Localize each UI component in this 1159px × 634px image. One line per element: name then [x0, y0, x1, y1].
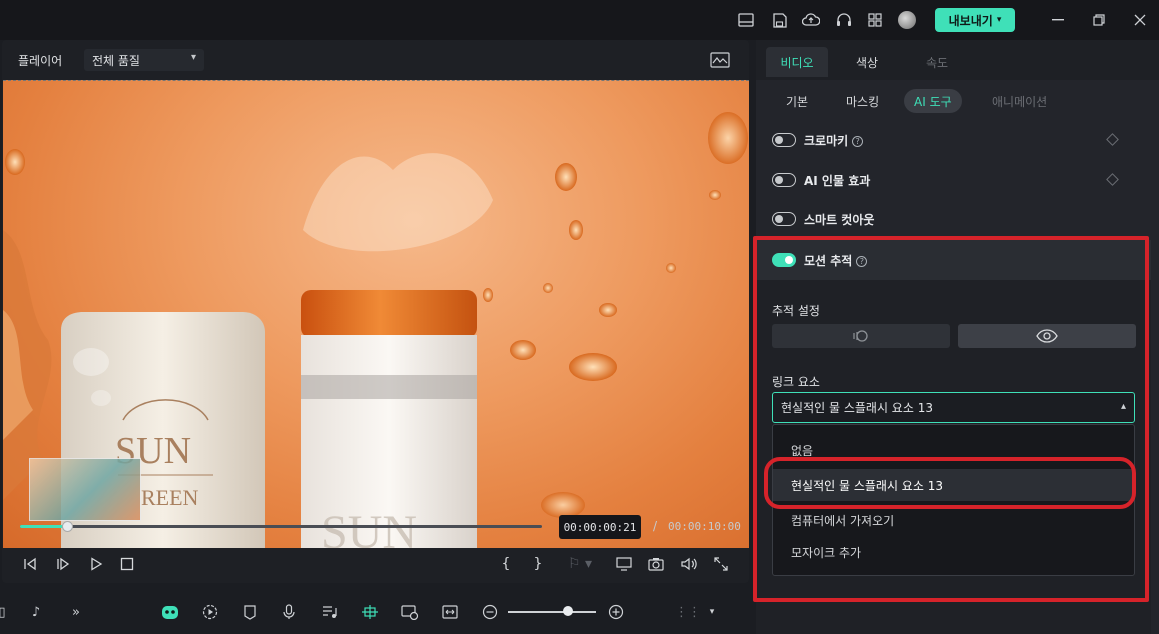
ai-portrait-label: AI 인물 효과	[804, 174, 871, 188]
fullscreen-icon[interactable]	[711, 554, 731, 574]
current-time[interactable]: 00:00:00:21	[559, 515, 641, 539]
total-time: 00:00:10:00	[668, 520, 741, 533]
scope-icon[interactable]	[710, 52, 730, 68]
player-panel: 플레이어 전체 품질 ▾ SUN SUN REEN 00:00:00:21 / …	[2, 40, 749, 583]
chevron-down-icon: ▾	[190, 52, 196, 63]
zoom-out-icon[interactable]	[480, 602, 500, 622]
volume-icon[interactable]	[679, 554, 699, 574]
audio-mix-icon[interactable]: ♪	[26, 602, 46, 622]
play-icon[interactable]	[86, 554, 106, 574]
snapshot-icon[interactable]	[646, 554, 666, 574]
tab-video[interactable]: 비디오	[766, 47, 828, 77]
help-icon[interactable]: ?	[852, 136, 864, 147]
playhead-knob[interactable]	[61, 521, 73, 532]
timeline-toolbar: ▯ ♪ » ⋮⋮ ▾	[0, 591, 750, 634]
tab-speed[interactable]: 속도	[906, 47, 968, 77]
cloud-upload-icon[interactable]	[801, 10, 821, 30]
snap-icon[interactable]	[360, 602, 380, 622]
next-frame-icon[interactable]	[53, 554, 73, 574]
chevron-down-icon: ▾	[996, 15, 1002, 25]
chroma-key-label: 크로마키	[804, 134, 849, 148]
feature-row-chroma-key: 크로마키?	[756, 120, 1151, 160]
ai-robot-icon[interactable]	[160, 602, 180, 622]
minimize-icon[interactable]	[1046, 8, 1070, 32]
export-button[interactable]: 내보내기 ▾	[935, 8, 1015, 32]
progress-fill	[20, 525, 67, 528]
subtab-masking[interactable]: 마스킹	[836, 89, 889, 113]
quality-dropdown[interactable]: 전체 품질 ▾	[84, 49, 204, 71]
time-separator: /	[653, 519, 658, 533]
chroma-key-toggle[interactable]	[772, 133, 796, 147]
annotation-highlight-ring	[764, 457, 1136, 509]
restore-icon[interactable]	[1087, 8, 1111, 32]
display-icon[interactable]	[614, 554, 634, 574]
player-title: 플레이어	[18, 54, 63, 68]
save-icon[interactable]	[769, 10, 789, 30]
zoom-in-icon[interactable]	[606, 602, 626, 622]
ai-portrait-toggle[interactable]	[772, 173, 796, 187]
zoom-slider-knob[interactable]	[563, 606, 573, 616]
layout-icon[interactable]	[736, 10, 756, 30]
smart-cutout-toggle[interactable]	[772, 212, 796, 226]
safe-area-line	[3, 80, 749, 81]
mark-out-icon[interactable]: }	[528, 554, 548, 574]
subtab-ai-tools[interactable]: AI 도구	[904, 89, 962, 113]
property-tabs: 비디오 색상 속도	[756, 40, 1159, 80]
annotation-highlight-box	[753, 236, 1149, 602]
video-preview[interactable]: SUN SUN REEN	[3, 80, 749, 548]
grid-icon[interactable]	[865, 10, 885, 30]
music-list-icon[interactable]	[320, 602, 340, 622]
export-button-label: 내보내기	[948, 13, 993, 28]
more-tools-icon[interactable]: »	[66, 602, 86, 622]
keyframe-diamond-icon[interactable]	[1106, 173, 1119, 186]
quality-value: 전체 품질	[92, 53, 140, 68]
feature-row-smart-cutout: 스마트 컷아웃	[756, 199, 1151, 239]
svg-text:REEN: REEN	[141, 485, 199, 510]
chevron-down-icon[interactable]: ▾	[702, 602, 722, 622]
marker-icon[interactable]	[240, 602, 260, 622]
scrub-bar-row: 00:00:00:21 / 00:00:10:00	[2, 508, 749, 544]
fit-icon[interactable]	[440, 602, 460, 622]
title-bar: 내보내기 ▾	[0, 0, 1159, 40]
preview-render-icon[interactable]	[400, 602, 420, 622]
auto-play-icon[interactable]	[200, 602, 220, 622]
avatar[interactable]	[898, 11, 916, 29]
mark-in-icon[interactable]: {	[496, 554, 516, 574]
property-subtabs: 기본 마스킹 AI 도구 애니메이션	[756, 80, 1159, 122]
marker-dropdown-icon[interactable]: ⚐ ▾	[562, 554, 598, 574]
subtab-animation[interactable]: 애니메이션	[982, 89, 1057, 113]
close-icon[interactable]	[1128, 8, 1152, 32]
feature-row-ai-portrait: AI 인물 효과	[756, 160, 1151, 200]
tab-color[interactable]: 색상	[836, 47, 898, 77]
progress-track[interactable]	[20, 521, 542, 532]
stop-icon[interactable]	[117, 554, 137, 574]
track-layout-icon[interactable]: ⋮⋮	[675, 602, 701, 622]
subtab-basic[interactable]: 기본	[776, 89, 818, 113]
edge-icon[interactable]: ▯	[0, 602, 12, 622]
headset-icon[interactable]	[834, 10, 854, 30]
microphone-icon[interactable]	[279, 602, 299, 622]
player-header: 플레이어 전체 품질 ▾	[2, 40, 749, 80]
playback-controls: { } ⚐ ▾	[2, 548, 749, 580]
zoom-slider-track[interactable]	[508, 611, 596, 613]
prev-frame-icon[interactable]	[20, 554, 40, 574]
keyframe-diamond-icon[interactable]	[1106, 133, 1119, 146]
smart-cutout-label: 스마트 컷아웃	[804, 213, 875, 227]
